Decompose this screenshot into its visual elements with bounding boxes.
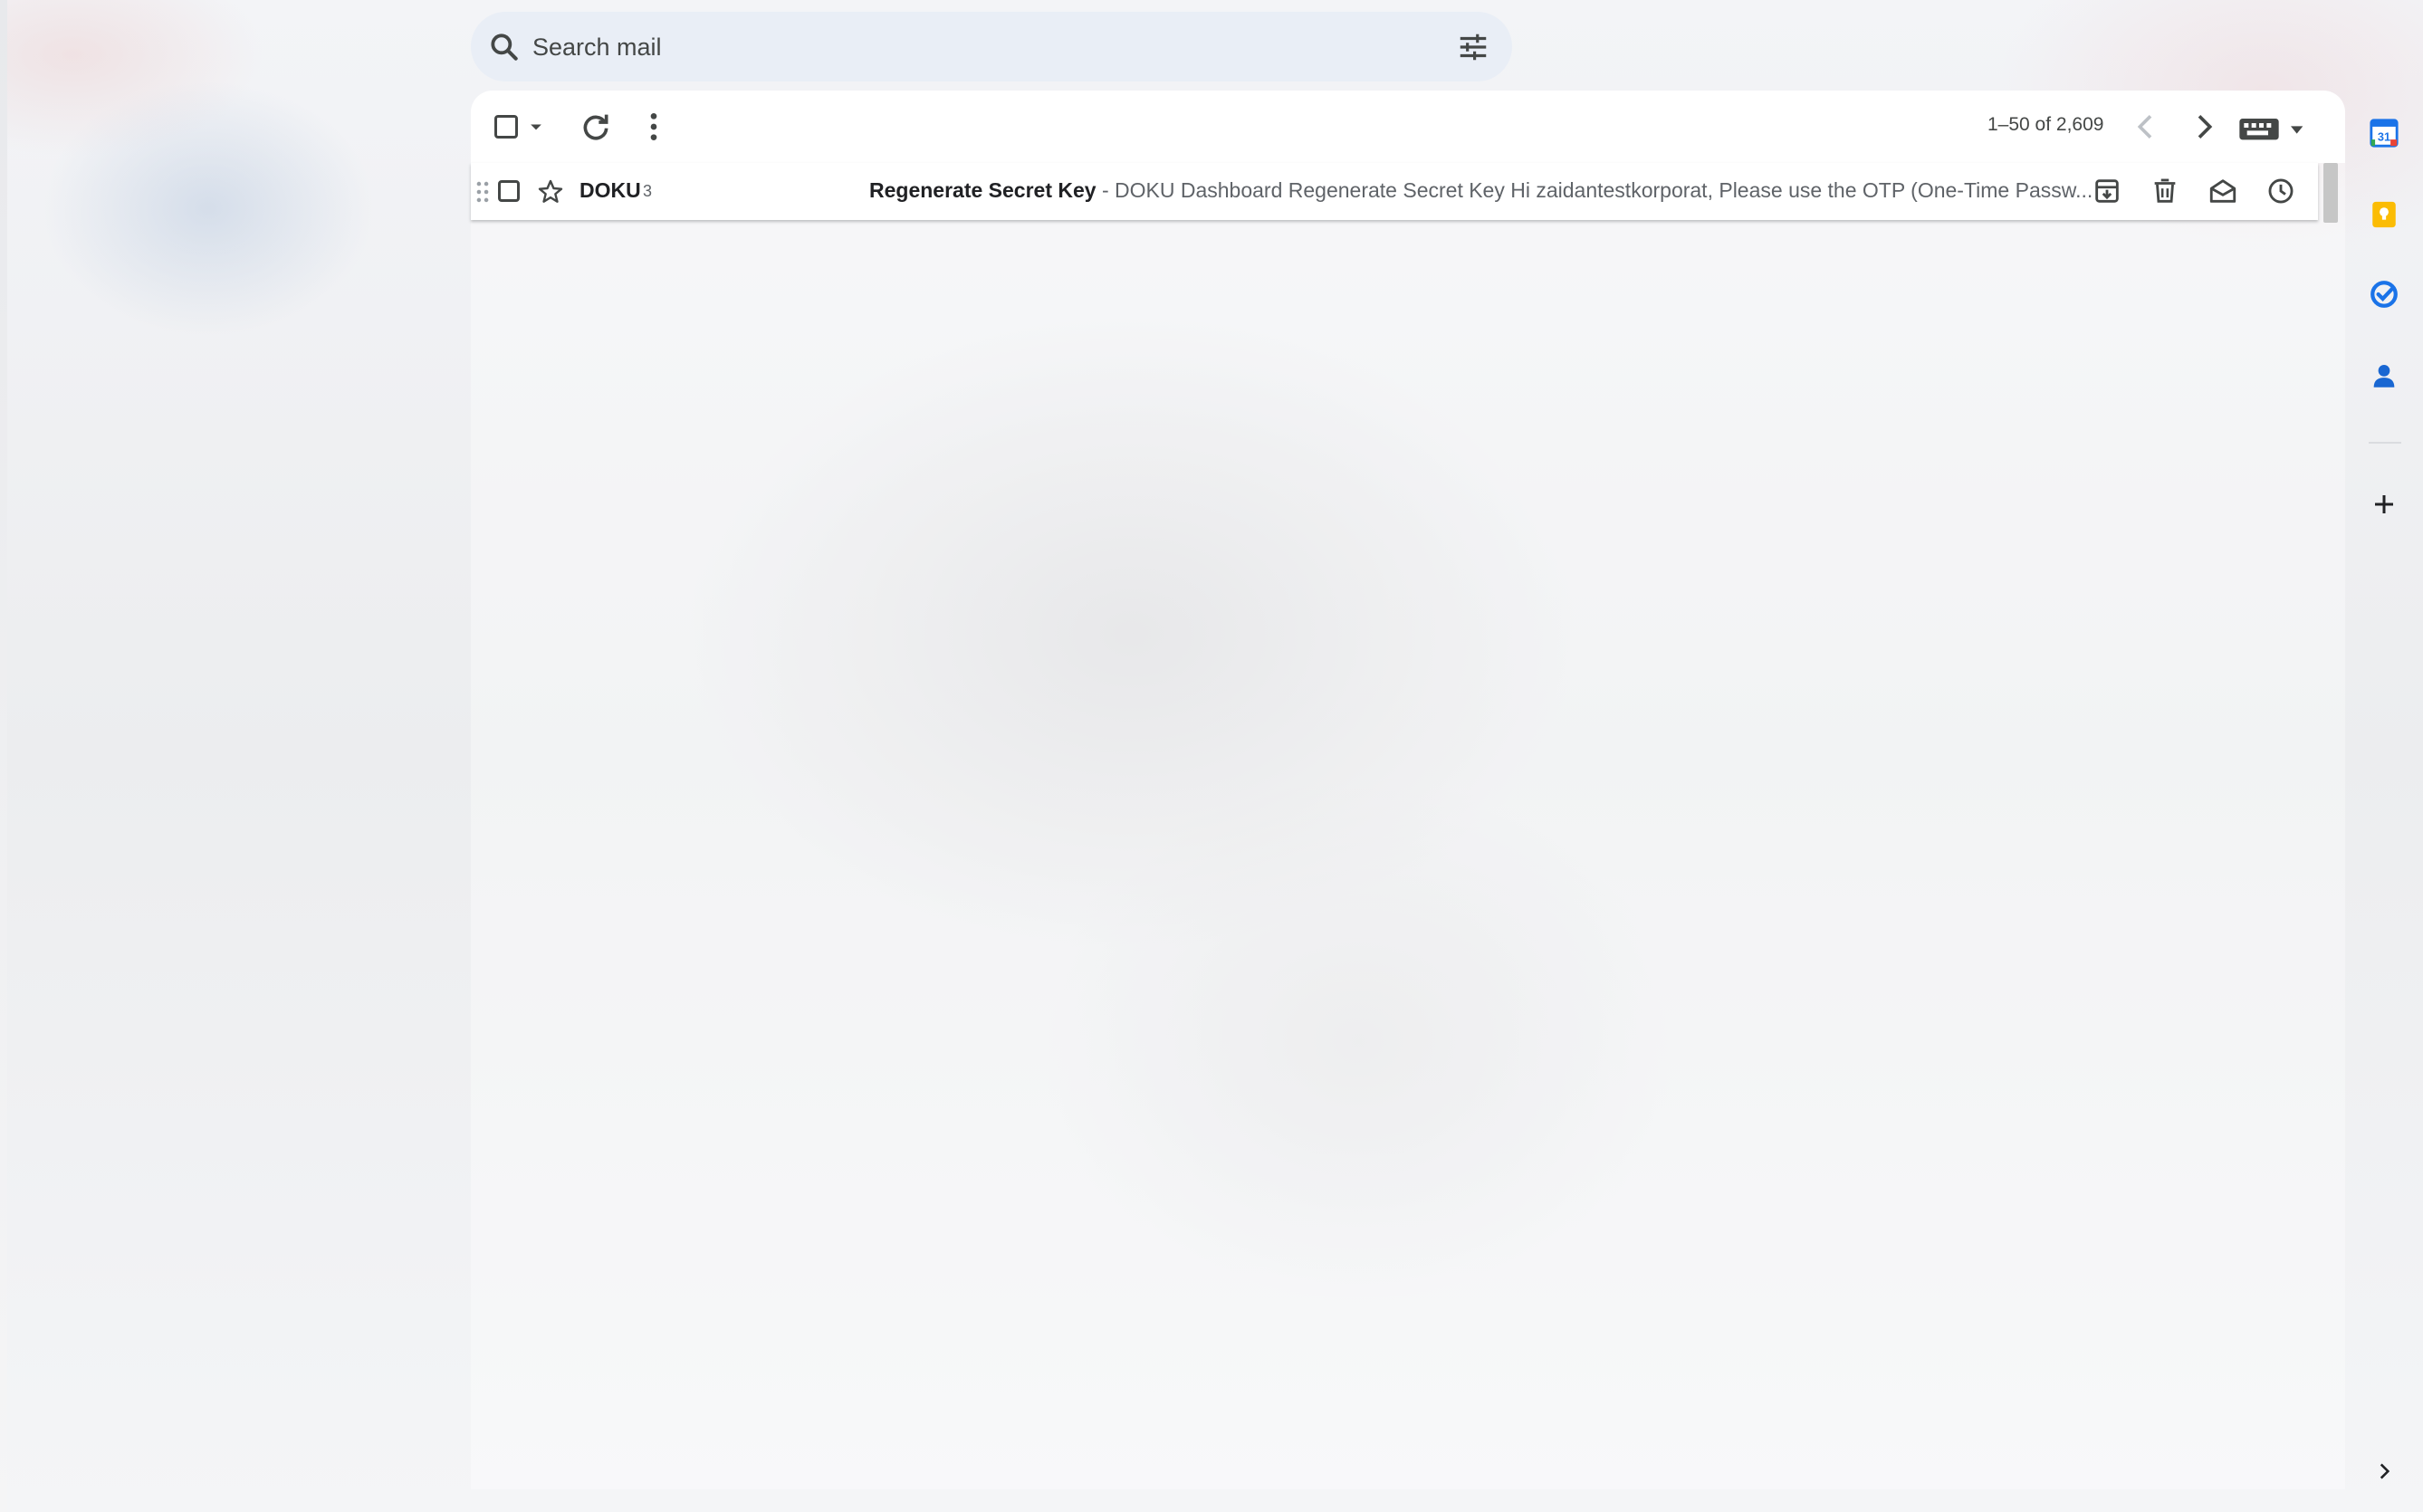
search-input[interactable] [532, 28, 1347, 66]
email-checkbox[interactable] [498, 180, 520, 202]
contacts-button[interactable] [2363, 355, 2405, 397]
contacts-icon [2373, 364, 2395, 388]
tasks-button[interactable] [2363, 273, 2405, 315]
email-subject: Regenerate Secret Key [869, 178, 1097, 202]
add-icon [2375, 495, 2393, 513]
calendar-icon: 31 [2370, 119, 2399, 148]
get-addons-button[interactable] [2363, 483, 2405, 525]
keyboard-icon[interactable] [2236, 112, 2309, 143]
side-panel: 31 [2345, 91, 2423, 1512]
scrollbar-thumb[interactable] [2323, 163, 2338, 223]
delete-icon[interactable] [2150, 176, 2180, 206]
left-edge [0, 0, 7, 1512]
calendar-button[interactable]: 31 [2363, 112, 2405, 154]
snooze-icon[interactable] [2265, 176, 2296, 206]
calendar-day: 31 [2378, 130, 2390, 144]
email-row[interactable]: DOKU 3 Regenerate Secret Key - DOKU Dash… [471, 163, 2318, 220]
thread-count: 3 [643, 182, 653, 200]
search-icon[interactable] [487, 30, 522, 64]
side-divider [2369, 442, 2401, 444]
search-bar[interactable] [471, 12, 1512, 81]
chevron-right-icon[interactable] [2186, 109, 2222, 145]
email-sender: DOKU [579, 178, 641, 202]
hide-side-panel-button[interactable] [2363, 1450, 2405, 1492]
star-icon[interactable] [536, 177, 565, 206]
more-vert-icon[interactable] [636, 109, 672, 145]
mail-panel [471, 91, 2345, 1489]
drag-icon[interactable] [474, 180, 491, 204]
keep-button[interactable] [2363, 194, 2405, 235]
archive-icon[interactable] [2092, 176, 2122, 206]
keep-icon [2372, 201, 2396, 228]
select-all-checkbox[interactable] [494, 115, 518, 139]
row-actions [2092, 163, 2318, 220]
email-snippet: - DOKU Dashboard Regenerate Secret Key H… [1096, 178, 2093, 202]
mail-toolbar: 1–50 of 2,609 [471, 91, 2345, 163]
caret-down-icon[interactable] [527, 118, 545, 136]
tasks-icon [2370, 281, 2398, 308]
mark-read-icon[interactable] [2208, 176, 2238, 206]
refresh-icon[interactable] [578, 109, 614, 145]
tune-icon[interactable] [1456, 30, 1490, 64]
chevron-left-icon[interactable] [2128, 109, 2164, 145]
pagination-range: 1–50 of 2,609 [1987, 114, 2104, 135]
chevron-right-icon [2380, 1463, 2390, 1479]
